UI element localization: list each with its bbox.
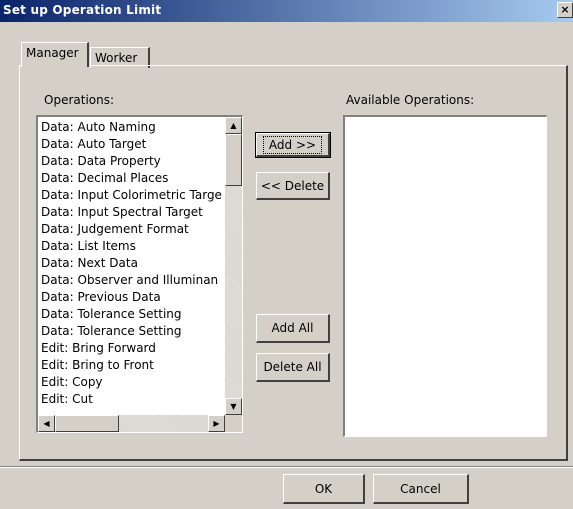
scroll-down-icon[interactable]: ▼ [225,398,242,415]
horizontal-scroll-thumb[interactable] [55,415,119,432]
ok-button-label: OK [314,482,333,496]
available-operations-listbox[interactable] [343,115,547,437]
list-item[interactable]: Edit: Copy [40,374,222,391]
scroll-left-icon[interactable]: ◀ [38,415,55,432]
window-title: Set up Operation Limit [3,3,162,17]
tab-manager[interactable]: Manager [21,42,89,67]
tab-manager-label: Manager [26,46,79,60]
operations-list[interactable]: Data: Auto Naming Data: Auto Target Data: … [40,119,222,412]
list-item[interactable]: Data: Auto Naming [40,119,222,136]
list-item[interactable]: Edit: Cut [40,391,222,408]
operations-label: Operations: [44,93,115,107]
list-item[interactable]: Data: Auto Target [40,136,222,153]
list-item[interactable]: Data: Tolerance Setting [40,306,222,323]
delete-button[interactable]: << Delete [256,172,330,200]
add-button[interactable]: Add >> [255,132,331,158]
list-item[interactable]: Edit: Bring to Front [40,357,222,374]
ok-button[interactable]: OK [283,474,365,504]
operations-listbox[interactable]: Data: Auto Naming Data: Auto Target Data: … [36,115,243,433]
list-item[interactable]: Data: Input Spectral Target [40,204,222,221]
list-item[interactable]: Data: Tolerance Setting [40,323,222,340]
delete-button-label: << Delete [260,179,325,193]
operations-horizontal-scrollbar[interactable]: ◀ ▶ [38,415,225,432]
list-item[interactable]: Data: Judgement Format [40,221,222,238]
add-all-button[interactable]: Add All [256,314,330,343]
vertical-scroll-thumb[interactable] [225,134,242,186]
delete-all-button-label: Delete All [263,360,322,374]
available-operations-label: Available Operations: [346,93,475,107]
add-all-button-label: Add All [271,321,314,335]
scroll-up-icon[interactable]: ▲ [225,117,242,134]
cancel-button[interactable]: Cancel [373,474,469,504]
list-item[interactable]: Data: Next Data [40,255,222,272]
cancel-button-label: Cancel [400,482,441,496]
list-item[interactable]: Data: Observer and Illuminan [40,272,222,289]
list-item[interactable]: Data: Data Property [40,153,222,170]
list-item[interactable]: Data: Previous Data [40,289,222,306]
tab-worker-label: Worker [95,51,138,65]
list-item[interactable]: Data: List Items [40,238,222,255]
title-bar: Set up Operation Limit × [0,0,573,22]
list-item[interactable]: Data: Decimal Places [40,170,222,187]
delete-all-button[interactable]: Delete All [256,353,330,382]
add-button-label: Add >> [262,136,323,154]
operations-vertical-scrollbar[interactable]: ▲ ▼ [225,117,242,415]
scrollbar-corner [225,415,242,432]
scroll-right-icon[interactable]: ▶ [208,415,225,432]
close-icon[interactable]: × [557,2,573,18]
bottom-separator [0,466,573,468]
list-item[interactable]: Edit: Bring Forward [40,340,222,357]
list-item[interactable]: Data: Input Colorimetric Targe [40,187,222,204]
